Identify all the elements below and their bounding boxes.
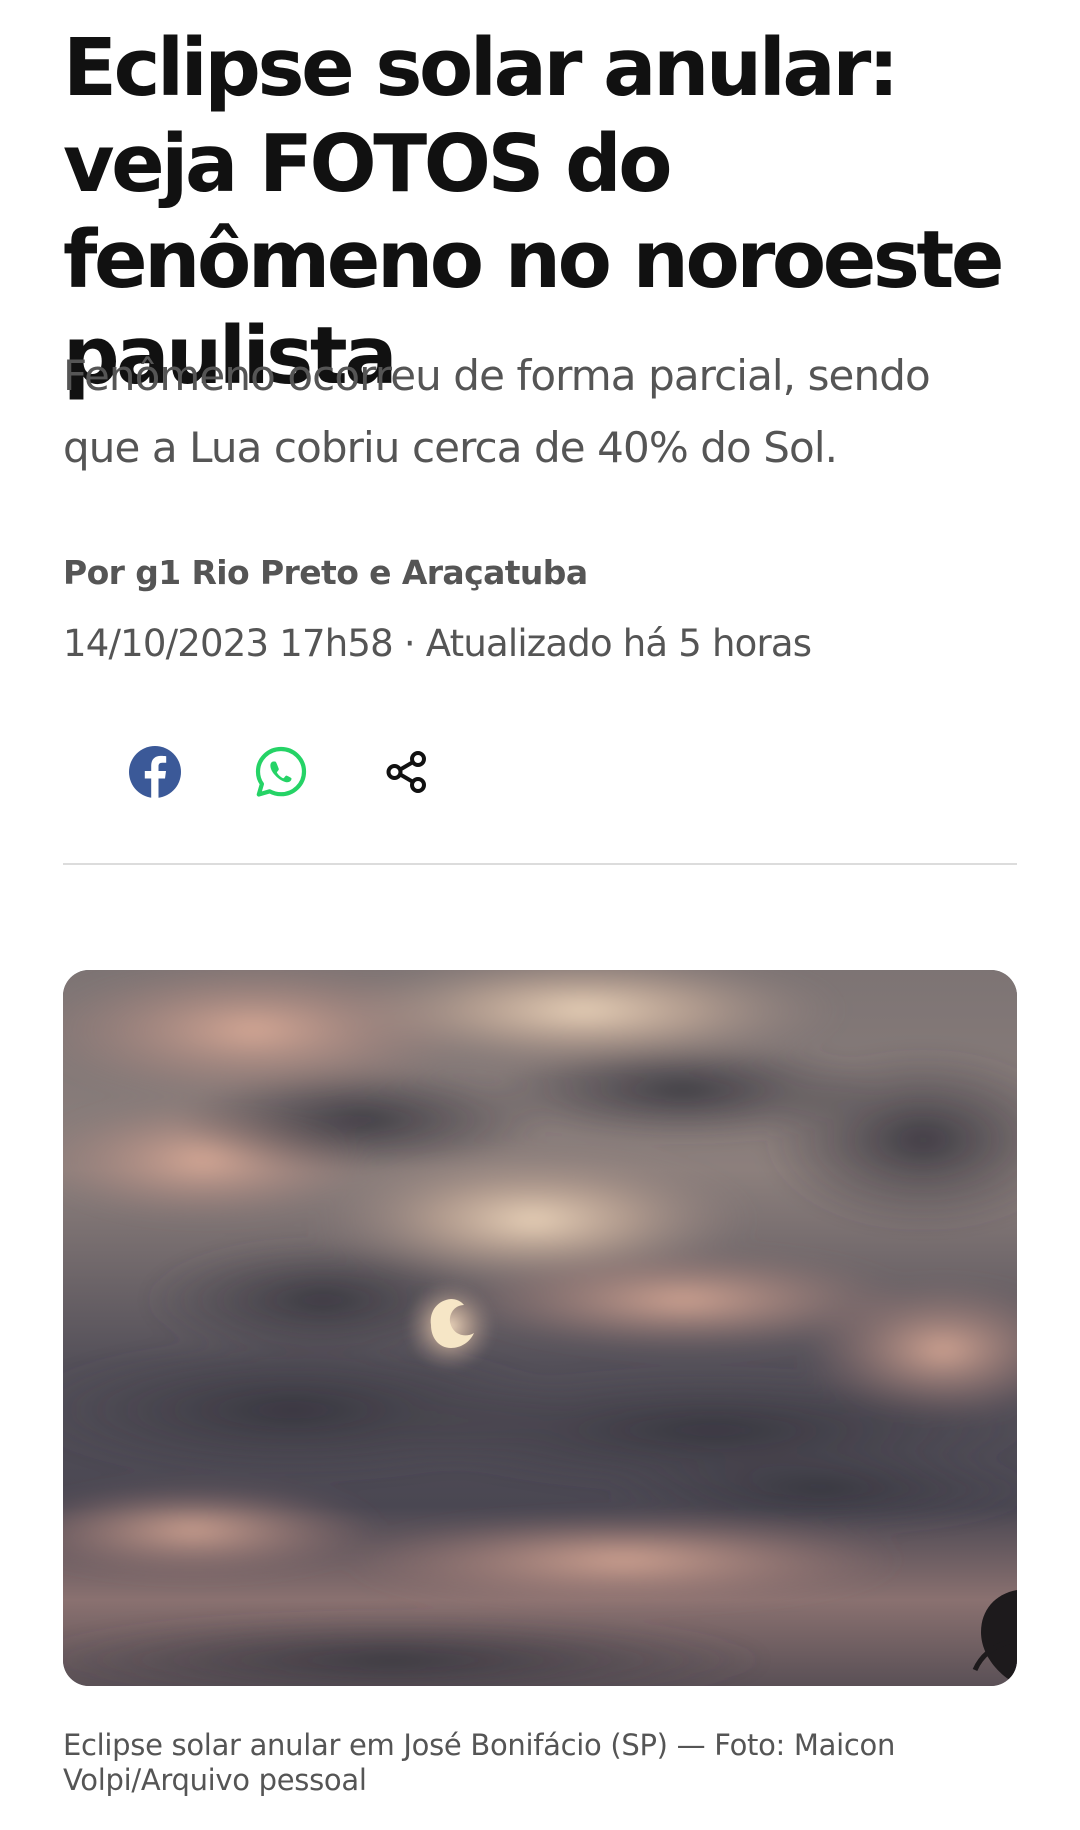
- dateline-separator: ·: [403, 622, 416, 665]
- article-subtitle: Fenômeno ocorreu de forma parcial, sendo…: [63, 351, 931, 472]
- eclipse-sky-image: [63, 970, 1017, 1686]
- facebook-share-button[interactable]: [126, 743, 184, 801]
- photo-caption: Eclipse solar anular em José Bonifácio (…: [63, 1728, 896, 1797]
- published-timestamp: 14/10/2023 17h58: [63, 622, 394, 665]
- article-dateline: 14/10/2023 17h58 · Atualizado há 5 horas: [63, 622, 812, 666]
- share-icon: [386, 751, 426, 793]
- article-byline: Por g1 Rio Preto e Araçatuba: [63, 553, 588, 592]
- eclipse-photo[interactable]: [63, 970, 1017, 1686]
- facebook-icon: [129, 746, 181, 799]
- whatsapp-share-button[interactable]: [252, 743, 310, 801]
- share-button[interactable]: [378, 743, 436, 801]
- whatsapp-icon: [255, 746, 307, 797]
- divider: [63, 863, 1017, 865]
- updated-timestamp: Atualizado há 5 horas: [425, 622, 812, 665]
- share-bar: [126, 743, 436, 801]
